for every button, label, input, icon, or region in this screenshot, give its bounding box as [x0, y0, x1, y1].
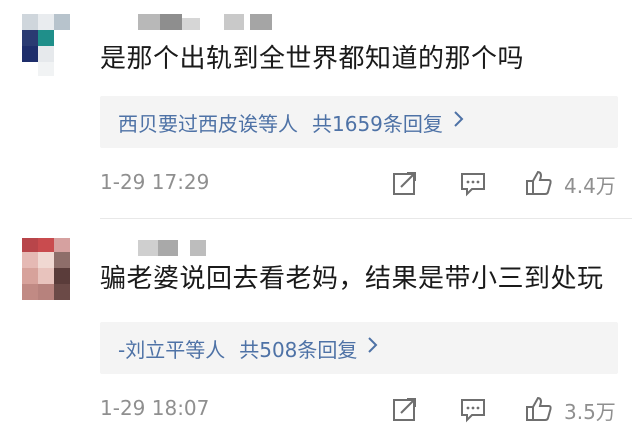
timestamp: 1-29 17:29: [100, 170, 210, 194]
comment-text: 是那个出轨到全世界都知道的那个吗: [100, 44, 525, 74]
chevron-right-icon: [367, 335, 379, 361]
avatar[interactable]: [22, 14, 70, 76]
avatar[interactable]: [22, 238, 70, 300]
share-icon[interactable]: [390, 394, 420, 424]
comment-text: 骗老婆说回去看老妈，结果是带小三到处玩: [100, 264, 604, 294]
chevron-right-icon: [453, 109, 465, 135]
share-icon[interactable]: [390, 168, 420, 198]
reply-users: 西贝要过西皮诶等人: [118, 111, 298, 136]
timestamp: 1-29 18:07: [100, 396, 210, 420]
like-count: 4.4万: [564, 174, 616, 198]
comment-meta: 1-29 18:07 3.5万: [100, 392, 620, 426]
reply-count: 共1659条回复: [312, 111, 443, 136]
comment-item: 骗老婆说回去看老妈，结果是带小三到处玩 -刘立平等人 共508条回复 1-29 …: [0, 220, 632, 441]
reply-count: 共508条回复: [239, 337, 358, 362]
comment-item: 是那个出轨到全世界都知道的那个吗 西贝要过西皮诶等人 共1659条回复 1-29…: [0, 0, 632, 220]
divider: [100, 218, 632, 219]
username-blurred[interactable]: [138, 14, 278, 30]
like-icon[interactable]: [524, 168, 554, 198]
like-icon[interactable]: [524, 394, 554, 424]
replies-link[interactable]: 西贝要过西皮诶等人 共1659条回复: [100, 96, 618, 148]
comment-meta: 1-29 17:29 4.4万: [100, 166, 620, 200]
comment-icon[interactable]: [458, 168, 488, 198]
username-blurred[interactable]: [138, 240, 208, 256]
reply-users: -刘立平等人: [118, 337, 226, 362]
like-count: 3.5万: [564, 400, 616, 424]
replies-link[interactable]: -刘立平等人 共508条回复: [100, 322, 618, 374]
comment-icon[interactable]: [458, 394, 488, 424]
